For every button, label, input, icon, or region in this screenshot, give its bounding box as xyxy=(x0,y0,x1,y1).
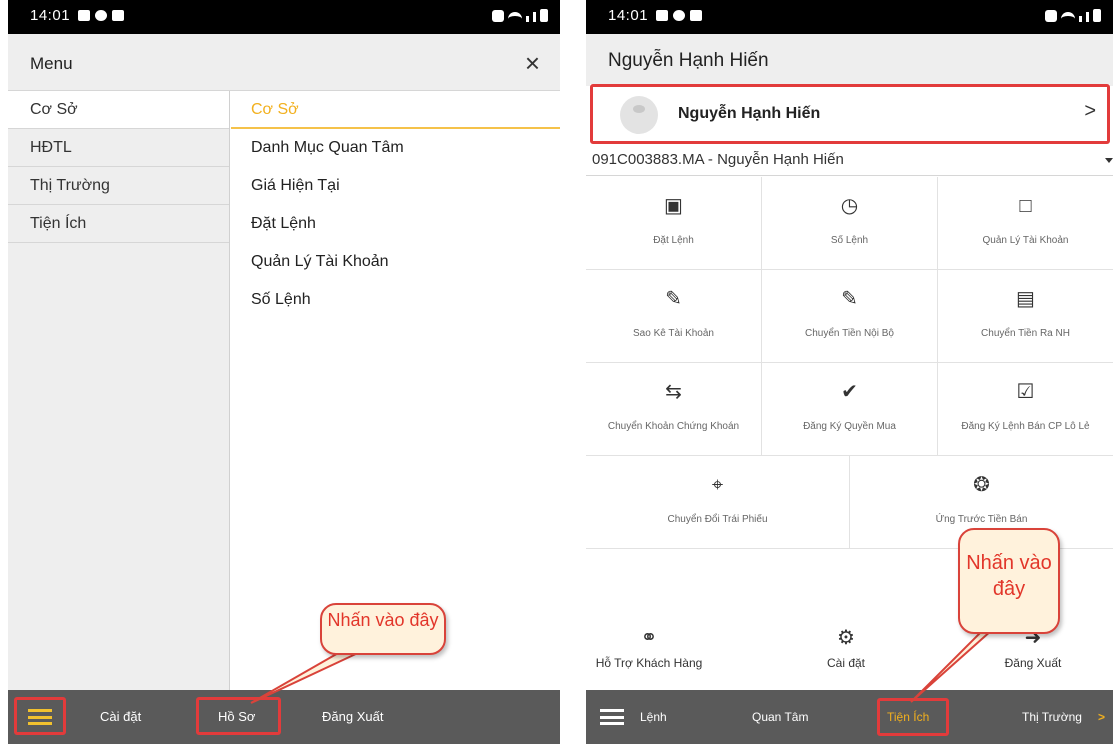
tap-here-callout: Nhấn vào đây xyxy=(958,528,1060,634)
tap-here-callout: Nhấn vào đây xyxy=(320,603,446,655)
menu-screen: 14:01 Menu × Cơ Sở HĐTL Thị Trường Tiện … xyxy=(8,0,560,744)
utilities-screen: 14:01 Nguyễn Hạnh Hiến Nguyễn Hạnh Hiến … xyxy=(586,0,1113,744)
callout-pointer xyxy=(250,651,361,704)
